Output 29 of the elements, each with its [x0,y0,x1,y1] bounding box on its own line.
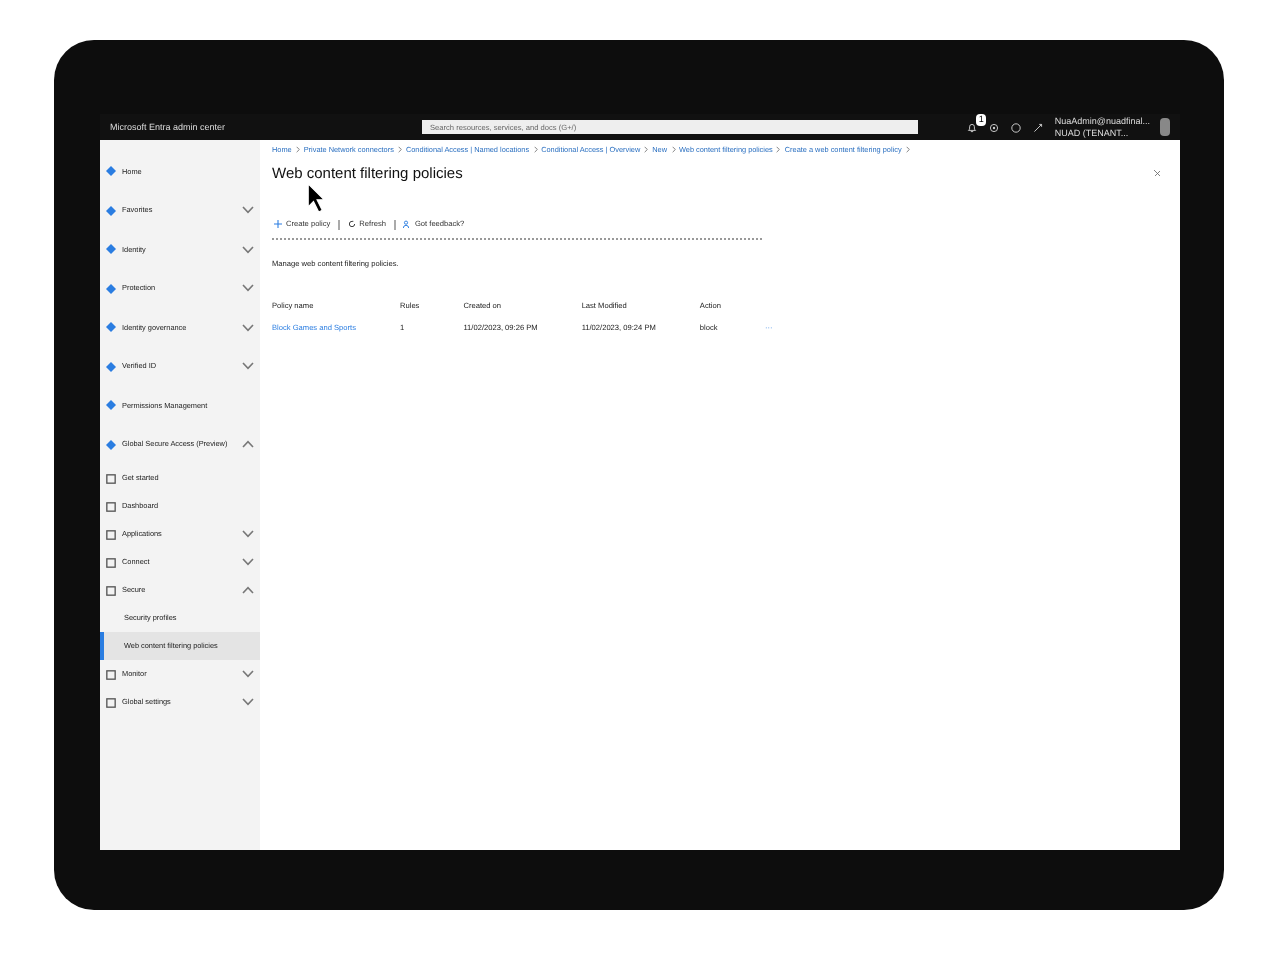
square-icon [106,529,116,539]
diamond-icon [106,322,116,333]
cursor-icon [308,184,326,212]
chevron-icon [905,146,910,154]
square-icon [106,669,116,679]
close-icon[interactable] [1153,169,1160,177]
chevron-icon [295,146,300,154]
diamond-icon [106,244,116,255]
bell-icon[interactable] [966,121,979,133]
plus-icon [274,220,282,228]
square-icon [106,473,116,483]
diamond-icon [106,439,116,450]
chevron-icon [397,146,402,154]
refresh-icon [347,220,356,228]
square-icon [106,557,116,567]
diamond-icon [106,283,116,294]
square-icon [106,697,116,707]
square-icon [106,501,116,511]
settings-icon[interactable] [988,121,1001,133]
diamond-icon [106,361,116,372]
square-icon [106,585,116,595]
chevron-icon [644,146,649,154]
person-icon [402,220,411,228]
diamond-icon [106,205,116,216]
chevron-icon [776,146,781,154]
feedback-icon[interactable] [1032,121,1045,133]
diamond-icon [106,166,116,177]
diamond-icon [106,400,116,411]
chevron-icon [533,146,538,154]
